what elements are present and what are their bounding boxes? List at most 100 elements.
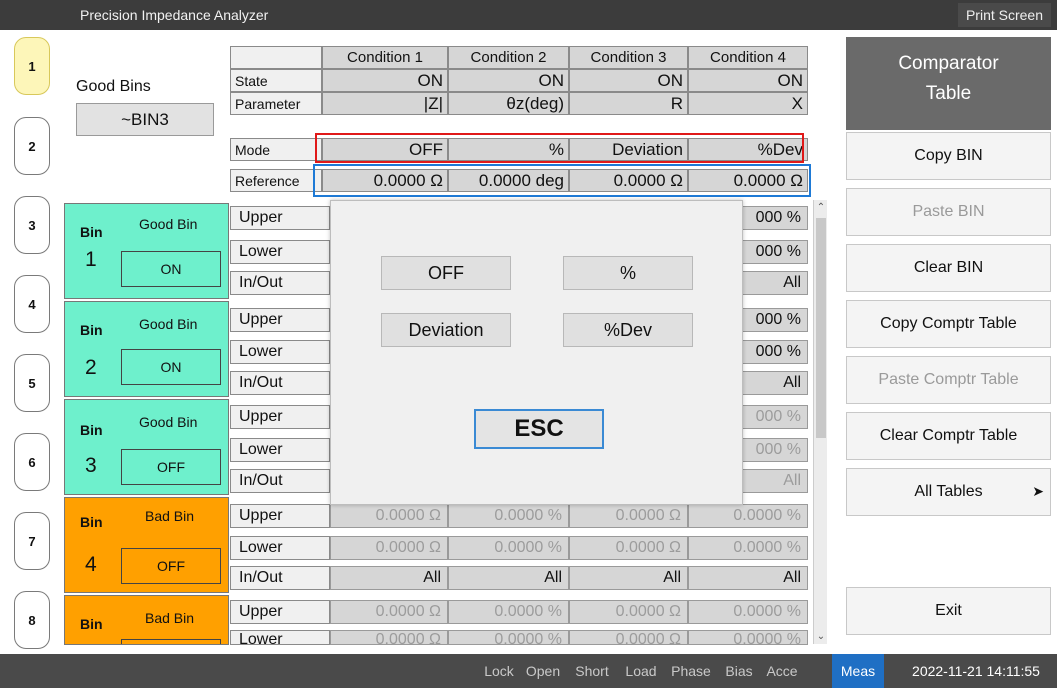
bin-1-inout-cond-4[interactable]: All — [740, 271, 808, 295]
state-cond-4[interactable]: ON — [688, 69, 808, 92]
bin-2-type: Good Bin — [139, 316, 198, 332]
esc-button[interactable]: ESC — [474, 409, 604, 449]
bin-5-lower-cond-2[interactable]: 0.0000 % — [448, 630, 569, 645]
bin-4-lower-cond-2[interactable]: 0.0000 % — [448, 536, 569, 560]
bin-3-inout-cond-4[interactable]: All — [740, 469, 808, 493]
mode-option-pct-dev[interactable]: %Dev — [563, 313, 693, 347]
bin-4-inout-cond-1[interactable]: All — [330, 566, 448, 590]
title-line-2: Table — [925, 83, 972, 104]
bin-4-inout-label: In/Out — [230, 566, 330, 590]
parameter-cond-1[interactable]: |Z| — [322, 92, 448, 115]
bin-5-lower-cond-1[interactable]: 0.0000 Ω — [330, 630, 448, 645]
bin-4-upper-cond-2[interactable]: 0.0000 % — [448, 504, 569, 528]
bin-4-upper-cond-4[interactable]: 0.0000 % — [688, 504, 808, 528]
bin-5-upper-cond-2[interactable]: 0.0000 % — [448, 600, 569, 624]
paste-comptr-table-button[interactable]: Paste Comptr Table — [846, 356, 1051, 404]
app-title: Precision Impedance Analyzer — [80, 7, 269, 23]
bin-table-scrollbar[interactable]: ⌃ ⌄ — [813, 200, 827, 644]
bin-1-number: 1 — [85, 248, 97, 271]
status-acce: Acce — [766, 663, 798, 679]
copy-bin-button[interactable]: Copy BIN — [846, 132, 1051, 180]
bin-4-upper-cond-3[interactable]: 0.0000 Ω — [569, 504, 688, 528]
mode-select-dialog: OFF % Deviation %Dev ESC — [330, 200, 743, 505]
clear-bin-button[interactable]: Clear BIN — [846, 244, 1051, 292]
scroll-thumb[interactable] — [816, 218, 826, 438]
status-bar: Lock Open Short Load Phase Bias Acce Mea… — [0, 654, 1057, 688]
bin-5-lower-cond-3[interactable]: 0.0000 Ω — [569, 630, 688, 645]
bin-5-upper-cond-3[interactable]: 0.0000 Ω — [569, 600, 688, 624]
bin-3-panel: Bin 3 Good Bin OFF — [64, 399, 229, 495]
bin-1-type: Good Bin — [139, 216, 198, 232]
tab-1[interactable]: 1 — [14, 37, 50, 95]
bin-5-upper-cond-1[interactable]: 0.0000 Ω — [330, 600, 448, 624]
bin-4-upper-label: Upper — [230, 504, 330, 528]
bin-2-inout-label: In/Out — [230, 371, 330, 395]
state-cond-3[interactable]: ON — [569, 69, 688, 92]
exit-button[interactable]: Exit — [846, 587, 1051, 635]
parameter-cond-3[interactable]: R — [569, 92, 688, 115]
tab-8[interactable]: 8 — [14, 591, 50, 649]
bin-3-lower-cond-4[interactable]: 000 % — [740, 438, 808, 462]
condition-4-header: Condition 4 — [688, 46, 808, 69]
good-bins-label: Good Bins — [76, 78, 151, 95]
bin-3-upper-cond-4[interactable]: 000 % — [740, 405, 808, 429]
bin-4-state[interactable]: OFF — [121, 548, 221, 584]
bin-2-state[interactable]: ON — [121, 349, 221, 385]
bin-2-upper-cond-4[interactable]: 000 % — [740, 308, 808, 332]
mode-option-percent[interactable]: % — [563, 256, 693, 290]
scroll-down-icon[interactable]: ⌄ — [814, 631, 828, 642]
bin-4-inout-cond-4[interactable]: All — [688, 566, 808, 590]
bin-4-lower-cond-3[interactable]: 0.0000 Ω — [569, 536, 688, 560]
print-screen-button[interactable]: Print Screen — [957, 3, 1051, 27]
bin-1-panel: Bin 1 Good Bin ON — [64, 203, 229, 299]
scroll-up-icon[interactable]: ⌃ — [814, 202, 828, 213]
bin-3-state[interactable]: OFF — [121, 449, 221, 485]
bin-4-lower-cond-1[interactable]: 0.0000 Ω — [330, 536, 448, 560]
parameter-cond-2[interactable]: θz(deg) — [448, 92, 569, 115]
tab-6[interactable]: 6 — [14, 433, 50, 491]
bin-5-tag: Bin — [80, 616, 103, 632]
parameter-cond-4[interactable]: X — [688, 92, 808, 115]
bin-1-upper-cond-4[interactable]: 000 % — [740, 206, 808, 230]
bin-2-inout-cond-4[interactable]: All — [740, 371, 808, 395]
bin-4-tag: Bin — [80, 514, 103, 530]
reference-label: Reference — [230, 169, 322, 192]
tab-3[interactable]: 3 — [14, 196, 50, 254]
good-bins-selector[interactable]: ~BIN3 — [76, 103, 214, 136]
bin-2-panel: Bin 2 Good Bin ON — [64, 301, 229, 397]
bin-4-upper-cond-1[interactable]: 0.0000 Ω — [330, 504, 448, 528]
state-cond-2[interactable]: ON — [448, 69, 569, 92]
bin-1-lower-cond-4[interactable]: 000 % — [740, 240, 808, 264]
bin-2-number: 2 — [85, 356, 97, 379]
bin-5-lower-label: Lower — [230, 630, 330, 645]
copy-comptr-table-button[interactable]: Copy Comptr Table — [846, 300, 1051, 348]
status-short: Short — [575, 663, 609, 679]
bin-1-state[interactable]: ON — [121, 251, 221, 287]
title-line-1: Comparator — [898, 53, 999, 74]
tab-5[interactable]: 5 — [14, 354, 50, 412]
bin-4-lower-label: Lower — [230, 536, 330, 560]
state-cond-1[interactable]: ON — [322, 69, 448, 92]
tab-2[interactable]: 2 — [14, 117, 50, 175]
bin-5-state[interactable] — [121, 639, 221, 644]
all-tables-button[interactable]: All Tables ➤ — [846, 468, 1051, 516]
mode-option-off[interactable]: OFF — [381, 256, 511, 290]
bin-4-lower-cond-4[interactable]: 0.0000 % — [688, 536, 808, 560]
bin-2-lower-cond-4[interactable]: 000 % — [740, 340, 808, 364]
mode-option-deviation[interactable]: Deviation — [381, 313, 511, 347]
reference-row-highlight — [313, 164, 811, 197]
bin-4-inout-cond-2[interactable]: All — [448, 566, 569, 590]
paste-bin-button[interactable]: Paste BIN — [846, 188, 1051, 236]
header-corner — [230, 46, 322, 69]
bin-5-upper-cond-4[interactable]: 0.0000 % — [688, 600, 808, 624]
bin-3-type: Good Bin — [139, 414, 198, 430]
bin-5-lower-cond-4[interactable]: 0.0000 % — [688, 630, 808, 645]
bin-4-inout-cond-3[interactable]: All — [569, 566, 688, 590]
status-bias: Bias — [725, 663, 753, 679]
tab-7[interactable]: 7 — [14, 512, 50, 570]
bin-5-type: Bad Bin — [145, 610, 195, 626]
tab-4[interactable]: 4 — [14, 275, 50, 333]
status-lock: Lock — [484, 663, 514, 679]
status-phase: Phase — [671, 663, 711, 679]
clear-comptr-table-button[interactable]: Clear Comptr Table — [846, 412, 1051, 460]
